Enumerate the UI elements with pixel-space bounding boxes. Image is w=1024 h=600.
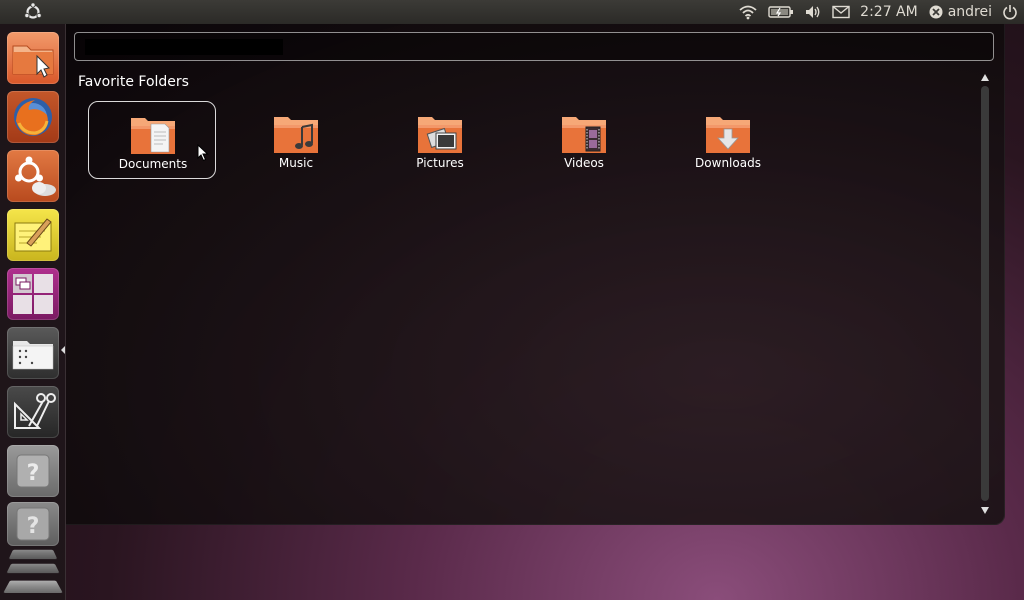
dash-scrollbar[interactable]: [978, 74, 992, 514]
files-lens-icon: [12, 341, 54, 370]
indicator-area: 2:27 AM andrei: [738, 0, 1018, 24]
launcher-item-ubuntu-one[interactable]: [7, 150, 59, 202]
folder-tile-music[interactable]: Music: [232, 101, 360, 179]
documents-folder-icon: [131, 118, 175, 154]
scroll-up-icon[interactable]: [981, 74, 989, 81]
volume-icon[interactable]: [804, 4, 822, 20]
launcher-folded-items[interactable]: [3, 548, 63, 600]
dash: Favorite Folders Documents Music Picture…: [66, 24, 1005, 525]
section-title: Favorite Folders: [78, 74, 189, 90]
user-status-icon: [929, 5, 943, 19]
videos-folder-icon: [562, 117, 606, 153]
wifi-icon[interactable]: [738, 4, 758, 20]
launcher-item-firefox[interactable]: [7, 91, 59, 143]
svg-text:?: ?: [27, 514, 40, 539]
scroll-down-icon[interactable]: [981, 507, 989, 514]
folder-tile-pictures[interactable]: Pictures: [376, 101, 504, 179]
ubuntu-button[interactable]: [0, 0, 66, 24]
pictures-folder-icon: [418, 117, 462, 153]
launcher-item-unknown-1[interactable]: ?: [7, 445, 59, 497]
search-input[interactable]: [85, 39, 283, 55]
battery-icon[interactable]: [768, 5, 794, 19]
power-icon[interactable]: [1002, 4, 1018, 20]
clock[interactable]: 2:27 AM: [860, 4, 918, 20]
question-icon: ?: [16, 507, 50, 541]
folder-tile-documents[interactable]: Documents: [88, 101, 216, 179]
question-icon: ?: [16, 454, 50, 488]
notepad-icon: [14, 218, 52, 252]
launcher-item-files[interactable]: [7, 327, 59, 379]
scroll-track[interactable]: [981, 86, 989, 501]
top-panel: 2:27 AM andrei: [0, 0, 1024, 24]
downloads-folder-icon: [706, 117, 750, 153]
search-box[interactable]: [74, 32, 994, 61]
workspaces-icon: [13, 274, 53, 314]
folder-label: Videos: [564, 156, 604, 170]
launcher: ? ?: [0, 24, 66, 600]
mail-icon[interactable]: [832, 5, 850, 19]
ubuntu-one-icon: [15, 156, 56, 196]
firefox-icon: [14, 98, 52, 136]
launcher-item-text-editor[interactable]: [7, 209, 59, 261]
desktop: 2:27 AM andrei ? ? Favorite Folders Docu…: [0, 0, 1024, 600]
launcher-item-unknown-2[interactable]: ?: [7, 502, 59, 546]
folder-tile-downloads[interactable]: Downloads: [664, 101, 792, 179]
ubuntu-logo-icon: [24, 2, 42, 19]
applications-lens-icon: [14, 393, 56, 429]
launcher-item-applications[interactable]: [7, 386, 59, 438]
folder-tile-videos[interactable]: Videos: [520, 101, 648, 179]
launcher-item-workspace-switcher[interactable]: [7, 268, 59, 320]
folder-cursor-icon: [12, 45, 54, 78]
svg-text:?: ?: [27, 461, 40, 486]
folder-label: Downloads: [695, 156, 761, 170]
user-menu[interactable]: andrei: [928, 4, 992, 20]
folder-label: Music: [278, 156, 314, 170]
active-arrow-icon: [61, 346, 65, 354]
launcher-item-home-folder[interactable]: [7, 32, 59, 84]
user-name: andrei: [947, 4, 992, 20]
mouse-cursor-icon: [197, 144, 209, 162]
music-folder-icon: [274, 117, 318, 153]
folder-label: Pictures: [416, 156, 464, 170]
